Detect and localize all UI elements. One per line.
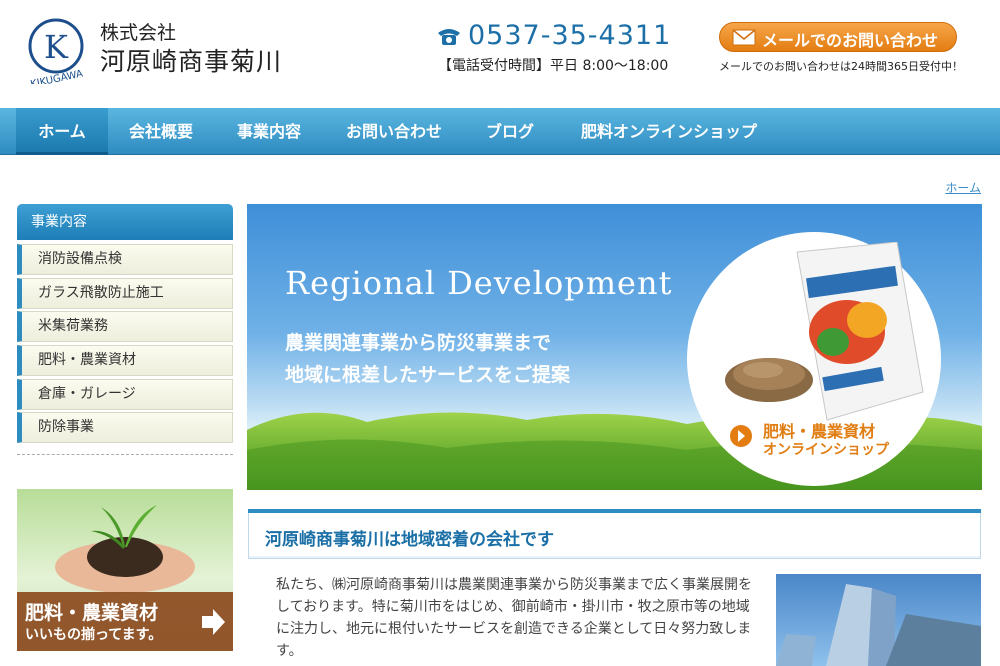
nav-item-company[interactable]: 会社概要: [112, 108, 210, 155]
phone-icon: [438, 29, 460, 45]
seedling-hands-image: [55, 505, 195, 593]
hero-subtitle-1: 農業関連事業から防災事業まで: [285, 332, 552, 354]
mail-note: メールでのお問い合わせは24時間365日受付中！: [719, 60, 963, 73]
sidebar-heading: 事業内容: [17, 204, 233, 240]
sidebar-item-pest-control[interactable]: 防除事業: [17, 412, 233, 444]
banner-subtitle: いいもの揃ってます。: [25, 627, 163, 643]
arrow-right-icon: [202, 609, 225, 635]
sidebar-item-fire-inspection[interactable]: 消防設備点検: [17, 244, 233, 275]
site-header: K KIKUGAWA 株式会社 河原崎商事菊川 0537-35-4311 【電話…: [0, 0, 1000, 108]
phone-hours: 【電話受付時間】平日 8:00〜18:00: [438, 58, 669, 74]
company-name[interactable]: 河原崎商事菊川: [100, 42, 282, 78]
sidebar-item-glass-film[interactable]: ガラス飛散防止施工: [17, 277, 233, 309]
sidebar-item-rice-collection[interactable]: 米集荷業務: [17, 311, 233, 343]
nav-item-business[interactable]: 事業内容: [220, 108, 318, 155]
mail-icon: [732, 29, 756, 46]
orange-arrow-icon: [730, 425, 752, 447]
sidebar-item-warehouse[interactable]: 倉庫・ガレージ: [17, 378, 233, 410]
hero-banner: Regional Development 農業関連事業から防災事業まで 地域に根…: [247, 204, 982, 490]
hero-title: Regional Development: [285, 264, 673, 302]
phone-number[interactable]: 0537-35-4311: [468, 20, 671, 51]
mail-contact-button[interactable]: メールでのお問い合わせ: [719, 22, 957, 52]
fertilizer-banner[interactable]: 肥料・農業資材 いいもの揃ってます。: [17, 489, 233, 651]
banner-title: 肥料・農業資材: [25, 602, 159, 624]
company-type: 株式会社: [100, 22, 177, 44]
section-title: 河原崎商事菊川は地域密着の会社です: [265, 530, 554, 550]
section-header: 河原崎商事菊川は地域密着の会社です: [248, 509, 981, 559]
sidebar-menu: 消防設備点検 ガラス飛散防止施工 米集荷業務 肥料・農業資材 倉庫・ガレージ 防…: [17, 244, 233, 446]
breadcrumb-home[interactable]: ホーム: [945, 179, 981, 196]
sidebar-item-fertilizer[interactable]: 肥料・農業資材: [17, 345, 233, 377]
main-nav: ホーム 会社概要 事業内容 お問い合わせ ブログ 肥料オンラインショップ: [0, 108, 1000, 155]
company-logo[interactable]: K KIKUGAWA: [18, 14, 94, 84]
shop-link-subtitle[interactable]: オンラインショップ: [763, 439, 889, 459]
nav-item-blog[interactable]: ブログ: [470, 108, 550, 155]
sidebar-divider: [17, 454, 233, 455]
logo-letter: K: [44, 28, 69, 66]
intro-paragraph: 私たち、㈱河原崎商事菊川は農業関連事業から防災事業まで広く事業展開をしております…: [276, 577, 752, 659]
fertilizer-pellets-image: [725, 358, 813, 402]
building-image: [776, 574, 981, 666]
nav-item-home[interactable]: ホーム: [16, 108, 108, 155]
nav-item-online-shop[interactable]: 肥料オンラインショップ: [562, 108, 776, 155]
nav-item-contact[interactable]: お問い合わせ: [330, 108, 458, 155]
hero-subtitle-2: 地域に根差したサービスをご提案: [285, 364, 571, 386]
mail-button-label: メールでのお問い合わせ: [762, 31, 939, 50]
